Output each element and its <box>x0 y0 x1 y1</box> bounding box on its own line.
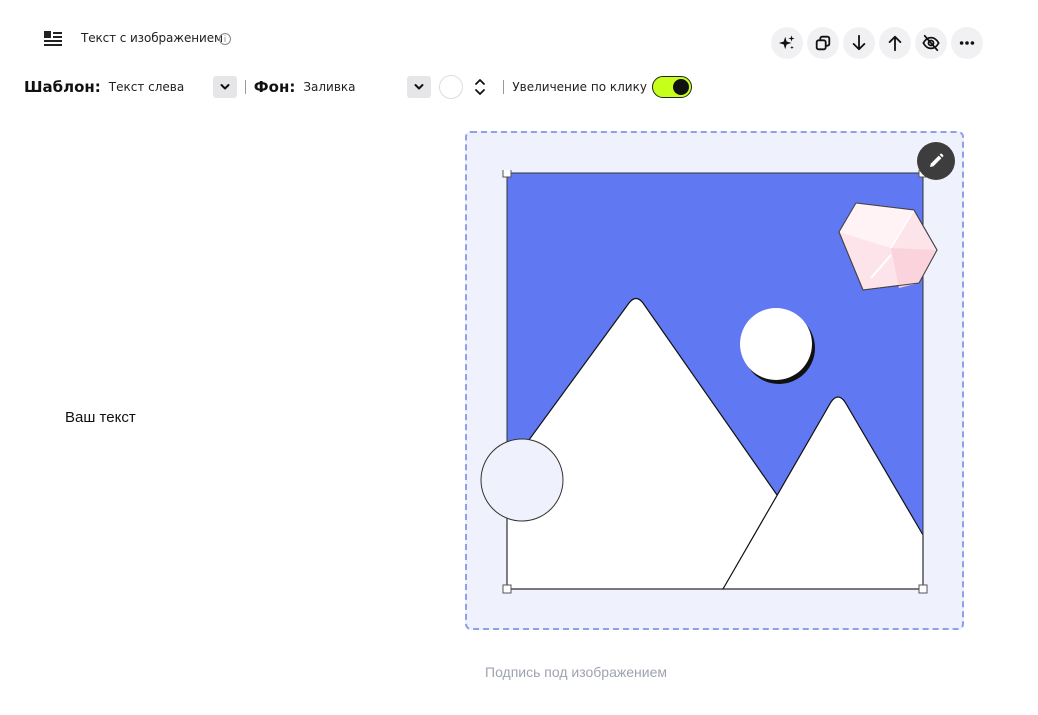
duplicate-icon <box>815 35 831 51</box>
template-select-value[interactable]: Текст слева <box>109 80 213 94</box>
background-select-value[interactable]: Заливка <box>303 80 407 94</box>
info-icon[interactable]: i <box>219 33 231 45</box>
duplicate-button[interactable] <box>807 27 839 59</box>
template-dropdown-button[interactable] <box>212 76 237 98</box>
zoom-on-click-toggle[interactable] <box>651 76 692 98</box>
background-dropdown-button[interactable] <box>407 76 432 98</box>
eye-off-icon <box>922 34 940 52</box>
template-label: Шаблон: <box>24 78 101 96</box>
zoom-on-click-label: Увеличение по клику <box>512 80 647 94</box>
divider <box>503 80 505 94</box>
edit-image-button[interactable] <box>917 142 955 180</box>
block-title: Текст с изображением <box>81 31 223 45</box>
arrow-down-icon <box>852 34 866 51</box>
text-image-block-icon <box>42 30 64 48</box>
ai-sparkle-button[interactable] <box>771 27 803 59</box>
image-placeholder[interactable] <box>479 168 939 598</box>
settings-row: Шаблон: Текст слева Фон: Заливка Увеличе… <box>24 74 692 100</box>
sparkle-icon <box>778 35 795 50</box>
arrow-up-icon <box>888 35 902 52</box>
chevron-down-icon <box>220 84 230 90</box>
chevron-down-icon <box>414 84 424 90</box>
divider <box>244 80 246 94</box>
text-content[interactable]: Ваш текст <box>65 409 136 426</box>
more-button[interactable] <box>951 27 983 59</box>
block-toolbar <box>771 27 983 59</box>
pencil-icon <box>930 153 944 167</box>
hide-button[interactable] <box>915 27 947 59</box>
move-up-button[interactable] <box>879 27 911 59</box>
more-icon <box>959 41 975 45</box>
up-down-chevron-icon[interactable] <box>473 76 487 98</box>
move-down-button[interactable] <box>843 27 875 59</box>
background-color-swatch[interactable] <box>439 75 464 99</box>
image-caption[interactable]: Подпись под изображением <box>485 664 667 680</box>
background-label: Фон: <box>253 78 296 96</box>
toggle-knob <box>672 79 689 95</box>
